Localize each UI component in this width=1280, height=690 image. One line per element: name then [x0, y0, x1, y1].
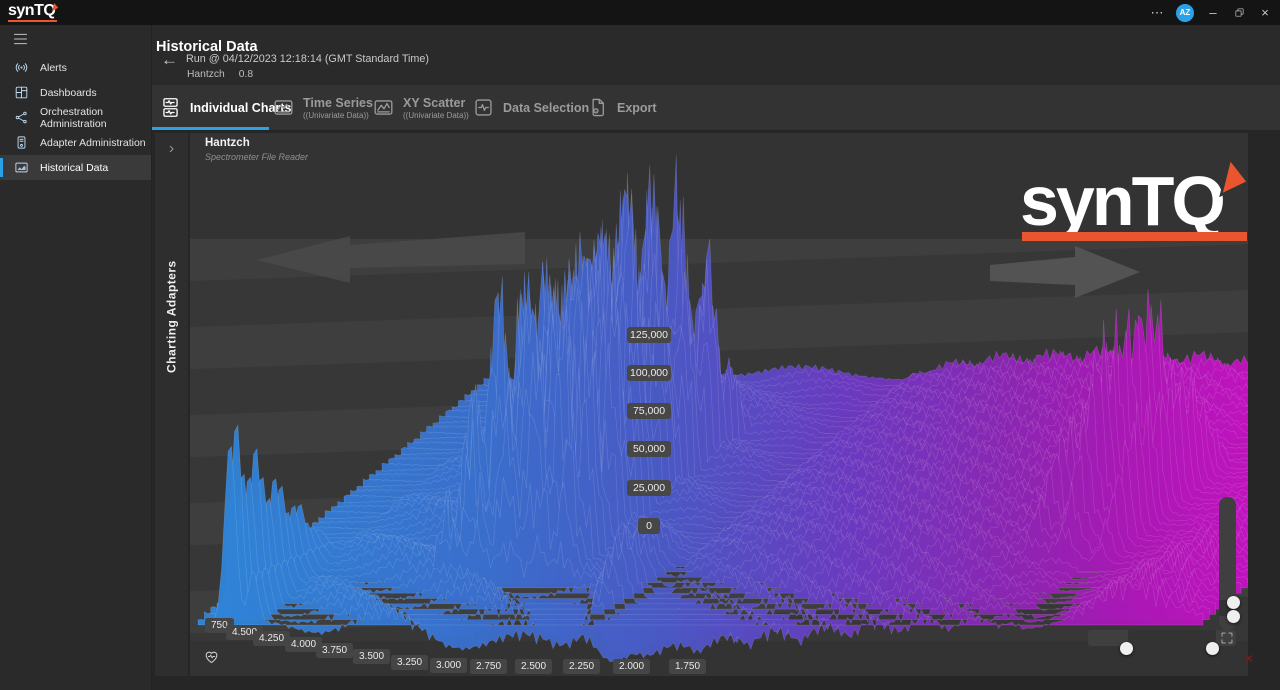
vertical-slider-thumb-top[interactable]: [1227, 596, 1240, 609]
tab-individual-charts[interactable]: Individual Charts: [160, 85, 291, 130]
sidebar-item-adapter-administration[interactable]: Adapter Administration: [0, 130, 151, 155]
sidebar-item-dashboards[interactable]: Dashboards: [0, 80, 151, 105]
sidebar-nav: AlertsDashboardsOrchestration Administra…: [0, 55, 151, 180]
page-header: Historical Data ← Run @ 04/12/2023 12:18…: [152, 25, 1280, 85]
tab-export[interactable]: Export: [587, 85, 657, 130]
dataset-name: Hantzch: [187, 69, 225, 80]
y-axis-tick: 0: [638, 518, 660, 534]
x-axis-tick: 3.250: [391, 655, 428, 670]
close-button[interactable]: ×: [1252, 0, 1278, 25]
tab-time-series[interactable]: Time Series((Univariate Data)): [273, 85, 373, 130]
tab-bar: Individual ChartsTime Series((Univariate…: [152, 85, 1280, 130]
user-avatar[interactable]: AZ: [1176, 4, 1194, 22]
x-axis-tick: 3.500: [353, 649, 390, 664]
y-axis-tick: 25,000: [627, 480, 671, 496]
y-axis-tick: 125,000: [627, 327, 671, 343]
app-logo: synTQ: [8, 1, 57, 22]
adapter-icon: [14, 135, 29, 150]
waterfall-3d-chart[interactable]: [190, 133, 1248, 676]
heart-pulse-icon[interactable]: [203, 648, 220, 665]
export-icon: [587, 97, 608, 118]
orchestration-icon: [14, 110, 29, 125]
window-controls: ⋯ AZ – ×: [1144, 0, 1278, 25]
back-button[interactable]: ←: [161, 51, 178, 69]
x-axis-tick: 3.750: [316, 643, 353, 658]
dashboards-icon: [14, 85, 29, 100]
active-tab-underline: [152, 127, 269, 130]
rail-expand-chevron-icon[interactable]: ›: [155, 141, 188, 157]
horizontal-slider-thumb-left[interactable]: [1120, 642, 1133, 655]
x-axis-tick: 2.250: [563, 659, 600, 674]
run-timestamp-label: Run @ 04/12/2023 12:18:14 (GMT Standard …: [186, 53, 429, 65]
chart-subtitle: Spectrometer File Reader: [205, 152, 308, 162]
x-axis-tick: 1.750: [669, 659, 706, 674]
sidebar: AlertsDashboardsOrchestration Administra…: [0, 25, 152, 690]
time-series-icon: [273, 97, 294, 118]
hamburger-menu-icon[interactable]: [11, 31, 30, 47]
individual-charts-icon: [160, 97, 181, 118]
charting-adapters-rail: › Charting Adapters: [155, 133, 188, 676]
y-axis-tick: 75,000: [627, 403, 671, 419]
x-axis-tick: 2.750: [470, 659, 507, 674]
y-axis-tick: 100,000: [627, 365, 671, 381]
title-bar: synTQ ⋯ AZ – ×: [0, 0, 1280, 25]
data-selection-icon: [473, 97, 494, 118]
dataset-version: 0.8: [239, 69, 253, 80]
horizontal-slider-thumb-right[interactable]: [1206, 642, 1219, 655]
chart-close-x[interactable]: ×: [1245, 650, 1253, 666]
expand-icon[interactable]: [1220, 631, 1234, 645]
xy-scatter-icon: [373, 97, 394, 118]
horizontal-slider-range: [1128, 630, 1216, 646]
tab-xy-scatter[interactable]: XY Scatter((Univariate Data)): [373, 85, 469, 130]
chart-card: synTQ Hantzch Spectrometer File Reader 1…: [190, 133, 1248, 676]
chart-title: Hantzch: [205, 137, 250, 149]
charting-adapters-label: Charting Adapters: [155, 179, 188, 454]
y-axis-tick: 50,000: [627, 441, 671, 457]
x-axis-tick: 2.500: [515, 659, 552, 674]
restore-window-button[interactable]: [1226, 0, 1252, 25]
tab-data-selection[interactable]: Data Selection: [473, 85, 589, 130]
sidebar-item-historical-data[interactable]: Historical Data: [0, 155, 151, 180]
more-menu-button[interactable]: ⋯: [1144, 0, 1170, 25]
app-window: { "titlebar": { "menu": "⋯", "avatar": "…: [0, 0, 1280, 690]
alerts-icon: [14, 60, 29, 75]
vertical-slider-thumb-bottom[interactable]: [1227, 610, 1240, 623]
historical-data-icon: [14, 160, 29, 175]
minimize-button[interactable]: –: [1200, 0, 1226, 25]
sidebar-item-orchestration-administration[interactable]: Orchestration Administration: [0, 105, 151, 130]
sidebar-item-alerts[interactable]: Alerts: [0, 55, 151, 80]
x-axis-tick: 3.000: [430, 658, 467, 673]
x-axis-tick: 2.000: [613, 659, 650, 674]
run-dataset-line: Hantzch 0.8: [187, 69, 253, 80]
